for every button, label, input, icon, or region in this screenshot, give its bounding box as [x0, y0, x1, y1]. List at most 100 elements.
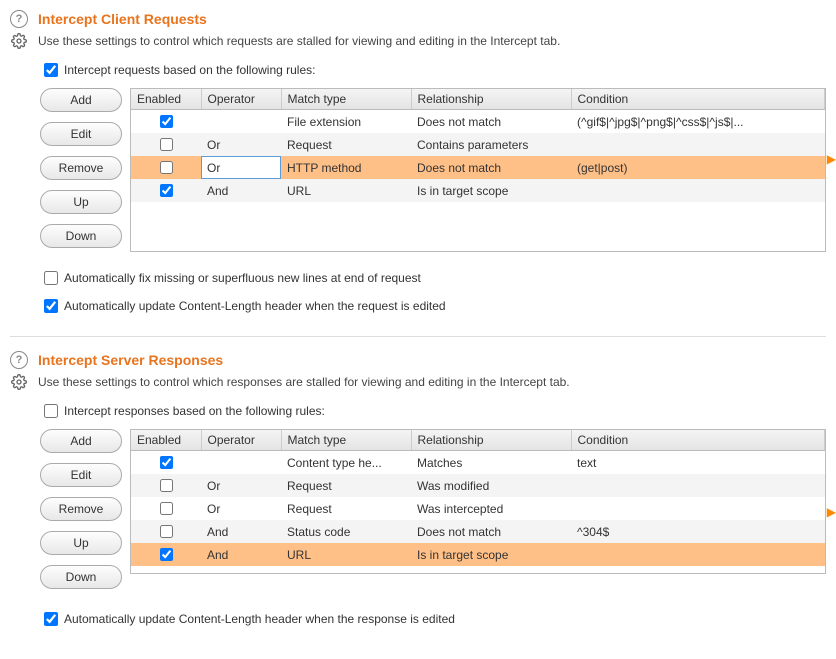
cell-matchtype[interactable]: Content type he... [281, 451, 411, 475]
up-button[interactable]: Up [40, 190, 122, 214]
table-row[interactable]: OrRequestContains parameters [131, 133, 825, 156]
auto-update-content-length-req-label[interactable]: Automatically update Content-Length head… [64, 299, 446, 313]
edit-button[interactable]: Edit [40, 463, 122, 487]
remove-button[interactable]: Remove [40, 156, 122, 180]
gear-icon[interactable] [10, 32, 28, 50]
cell-operator[interactable] [201, 451, 281, 475]
table-row[interactable]: AndURLIs in target scope [131, 179, 825, 202]
auto-fix-newlines-label[interactable]: Automatically fix missing or superfluous… [64, 271, 421, 285]
col-relationship[interactable]: Relationship [411, 430, 571, 451]
remove-button[interactable]: Remove [40, 497, 122, 521]
enabled-checkbox[interactable] [160, 138, 173, 151]
responses-table[interactable]: Enabled Operator Match type Relationship… [130, 429, 826, 574]
cell-relationship[interactable]: Contains parameters [411, 133, 571, 156]
intercept-responses-checkbox-label[interactable]: Intercept responses based on the followi… [64, 404, 325, 418]
cell-relationship[interactable]: Does not match [411, 520, 571, 543]
table-row[interactable]: File extensionDoes not match(^gif$|^jpg$… [131, 110, 825, 134]
cell-operator[interactable]: And [201, 179, 281, 202]
enabled-checkbox[interactable] [160, 479, 173, 492]
cell-condition[interactable] [571, 179, 825, 202]
cell-operator[interactable]: And [201, 520, 281, 543]
col-matchtype[interactable]: Match type [281, 89, 411, 110]
cell-condition[interactable]: (get|post) [571, 156, 825, 179]
help-icon[interactable]: ? [10, 10, 28, 28]
cell-condition[interactable]: text [571, 451, 825, 475]
auto-fix-newlines-checkbox[interactable] [44, 271, 58, 285]
cell-operator[interactable]: Or [201, 497, 281, 520]
enabled-checkbox[interactable] [160, 184, 173, 197]
cell-relationship[interactable]: Was modified [411, 474, 571, 497]
cell-enabled[interactable] [131, 451, 201, 475]
table-row[interactable]: OrRequestWas modified [131, 474, 825, 497]
cell-relationship[interactable]: Does not match [411, 110, 571, 134]
cell-condition[interactable] [571, 497, 825, 520]
col-operator[interactable]: Operator [201, 430, 281, 451]
cell-matchtype[interactable]: Status code [281, 520, 411, 543]
cell-matchtype[interactable]: HTTP method [281, 156, 411, 179]
enabled-checkbox[interactable] [160, 115, 173, 128]
cell-enabled[interactable] [131, 543, 201, 566]
down-button[interactable]: Down [40, 224, 122, 248]
table-row[interactable]: AndStatus codeDoes not match^304$ [131, 520, 825, 543]
cell-condition[interactable] [571, 133, 825, 156]
cell-condition[interactable] [571, 474, 825, 497]
intercept-requests-checkbox-label[interactable]: Intercept requests based on the followin… [64, 63, 315, 77]
cell-enabled[interactable] [131, 110, 201, 134]
cell-condition[interactable] [571, 543, 825, 566]
cell-enabled[interactable] [131, 179, 201, 202]
table-row[interactable]: Content type he...Matchestext [131, 451, 825, 475]
help-icon[interactable]: ? [10, 351, 28, 369]
cell-enabled[interactable] [131, 133, 201, 156]
enabled-checkbox[interactable] [160, 456, 173, 469]
col-condition[interactable]: Condition [571, 430, 825, 451]
cell-relationship[interactable]: Is in target scope [411, 543, 571, 566]
col-enabled[interactable]: Enabled [131, 430, 201, 451]
enabled-checkbox[interactable] [160, 502, 173, 515]
add-button[interactable]: Add [40, 429, 122, 453]
cell-enabled[interactable] [131, 520, 201, 543]
auto-update-content-length-req-checkbox[interactable] [44, 299, 58, 313]
enabled-checkbox[interactable] [160, 525, 173, 538]
cell-condition[interactable]: (^gif$|^jpg$|^png$|^css$|^js$|... [571, 110, 825, 134]
col-operator[interactable]: Operator [201, 89, 281, 110]
enabled-checkbox[interactable] [160, 548, 173, 561]
col-relationship[interactable]: Relationship [411, 89, 571, 110]
overflow-arrow-icon[interactable]: ▶ [827, 152, 836, 166]
table-row[interactable]: OrRequestWas intercepted [131, 497, 825, 520]
cell-matchtype[interactable]: URL [281, 179, 411, 202]
cell-operator[interactable]: Or [201, 133, 281, 156]
cell-enabled[interactable] [131, 497, 201, 520]
cell-matchtype[interactable]: Request [281, 133, 411, 156]
gear-icon[interactable] [10, 373, 28, 391]
col-enabled[interactable]: Enabled [131, 89, 201, 110]
cell-matchtype[interactable]: File extension [281, 110, 411, 134]
overflow-arrow-icon[interactable]: ▶ [827, 505, 836, 519]
cell-matchtype[interactable]: URL [281, 543, 411, 566]
cell-enabled[interactable] [131, 474, 201, 497]
table-row[interactable]: OrHTTP methodDoes not match(get|post) [131, 156, 825, 179]
up-button[interactable]: Up [40, 531, 122, 555]
cell-operator[interactable] [201, 110, 281, 134]
enabled-checkbox[interactable] [160, 161, 173, 174]
intercept-responses-checkbox[interactable] [44, 404, 58, 418]
auto-update-content-length-resp-checkbox[interactable] [44, 612, 58, 626]
add-button[interactable]: Add [40, 88, 122, 112]
cell-operator[interactable]: Or [201, 474, 281, 497]
cell-operator[interactable]: And [201, 543, 281, 566]
down-button[interactable]: Down [40, 565, 122, 589]
cell-relationship[interactable]: Does not match [411, 156, 571, 179]
cell-condition[interactable]: ^304$ [571, 520, 825, 543]
cell-matchtype[interactable]: Request [281, 474, 411, 497]
col-condition[interactable]: Condition [571, 89, 825, 110]
cell-relationship[interactable]: Was intercepted [411, 497, 571, 520]
col-matchtype[interactable]: Match type [281, 430, 411, 451]
cell-relationship[interactable]: Is in target scope [411, 179, 571, 202]
cell-operator[interactable]: Or [201, 156, 281, 179]
cell-relationship[interactable]: Matches [411, 451, 571, 475]
cell-matchtype[interactable]: Request [281, 497, 411, 520]
cell-enabled[interactable] [131, 156, 201, 179]
table-row[interactable]: AndURLIs in target scope [131, 543, 825, 566]
auto-update-content-length-resp-label[interactable]: Automatically update Content-Length head… [64, 612, 455, 626]
intercept-requests-checkbox[interactable] [44, 63, 58, 77]
requests-table[interactable]: Enabled Operator Match type Relationship… [130, 88, 826, 252]
